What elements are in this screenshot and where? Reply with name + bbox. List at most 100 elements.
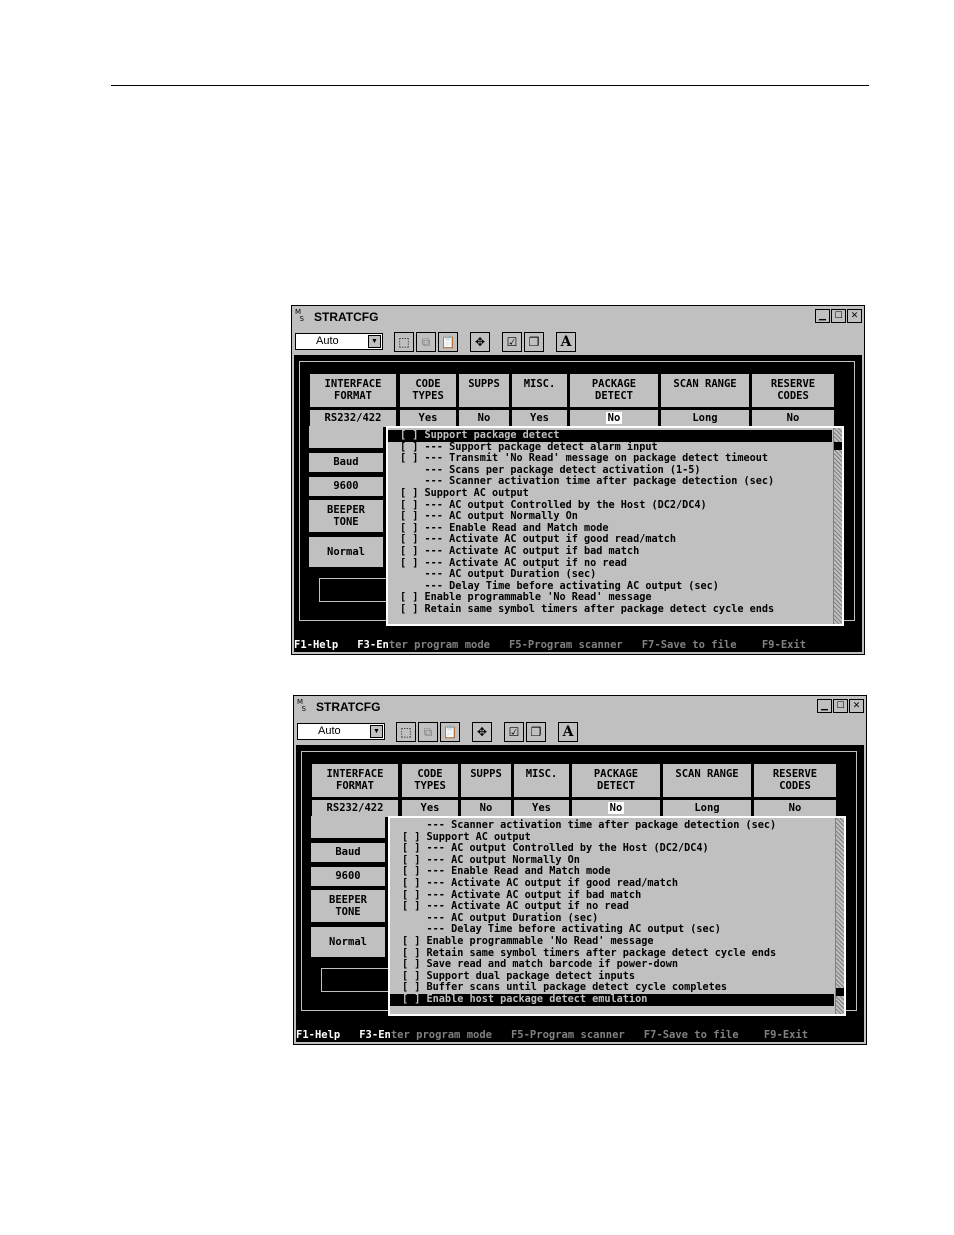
value-interface-format[interactable]: RS232/422 [312,800,398,817]
value-code-types[interactable]: Yes [402,800,458,817]
option-line[interactable]: [ ] Support dual package detect inputs [390,971,834,983]
header-code-types[interactable]: CODE TYPES [400,374,456,407]
option-line[interactable]: [ ] Enable programmable 'No Read' messag… [390,936,834,948]
option-line[interactable]: [ ] --- Activate AC output if bad match [388,546,832,558]
option-line[interactable]: [ ] --- Enable Read and Match mode [388,523,832,535]
popup-scrollbar[interactable] [835,818,844,1014]
option-line[interactable]: [ ] --- Activate AC output if good read/… [388,534,832,546]
option-line[interactable]: [ ] --- AC output Normally On [388,511,832,523]
option-line[interactable]: [ ] --- Activate AC output if good read/… [390,878,834,890]
f5-program-key[interactable]: F5-Program scanner [509,639,623,651]
header-code-types[interactable]: CODE TYPES [402,764,458,797]
header-misc[interactable]: MISC. [512,374,567,407]
option-line[interactable]: [ ] Buffer scans until package detect cy… [390,982,834,994]
option-line[interactable]: [ ] Support package detect [388,430,832,442]
copy-button[interactable]: ⧉ [416,332,436,352]
value-code-types[interactable]: Yes [400,410,456,427]
f7-save-key[interactable]: F7-Save to file [644,1029,739,1041]
close-button[interactable]: ✕ [847,309,862,323]
header-misc[interactable]: MISC. [514,764,569,797]
value-misc[interactable]: Yes [512,410,567,427]
option-line[interactable]: --- Scanner activation time after packag… [388,476,832,488]
font-button[interactable]: A [558,722,578,742]
header-reserve-codes[interactable]: RESERVE CODES [752,374,834,407]
option-line[interactable]: [ ] Support AC output [390,832,834,844]
option-line[interactable]: --- Scans per package detect activation … [388,465,832,477]
option-line[interactable]: [ ] --- AC output Normally On [390,855,834,867]
paste-button[interactable]: 📋 [438,332,458,352]
option-line[interactable]: [ ] --- Enable Read and Match mode [390,866,834,878]
option-line[interactable]: [ ] --- Support package detect alarm inp… [388,442,832,454]
option-line[interactable]: --- AC output Duration (sec) [388,569,832,581]
header-interface-format[interactable]: INTERFACE FORMAT [310,374,396,407]
option-line[interactable]: [ ] Retain same symbol timers after pack… [388,604,832,616]
maximize-button[interactable]: ☐ [833,699,848,713]
mark-button[interactable]: ⬚ [396,722,416,742]
f3-enter-key[interactable]: F3-En [357,639,389,651]
option-line[interactable]: [ ] Support AC output [388,488,832,500]
value-reserve-codes[interactable]: No [752,410,834,427]
background-button[interactable]: ❐ [524,332,544,352]
font-button[interactable]: A [556,332,576,352]
chevron-down-icon[interactable]: ▼ [368,335,381,348]
value-package-detect[interactable]: No [572,800,660,817]
minimize-button[interactable]: ▁ [815,309,830,323]
font-size-select[interactable]: Auto ▼ [297,723,385,740]
header-supps[interactable]: SUPPS [459,374,509,407]
header-package-detect[interactable]: PACKAGE DETECT [572,764,660,797]
option-line[interactable]: [ ] Enable programmable 'No Read' messag… [388,592,832,604]
header-reserve-codes[interactable]: RESERVE CODES [754,764,836,797]
f9-exit-key[interactable]: F9-Exit [762,639,806,651]
scrollbar-thumb[interactable] [834,442,842,450]
header-package-detect[interactable]: PACKAGE DETECT [570,374,658,407]
full-screen-button[interactable]: ✥ [472,722,492,742]
mark-button[interactable]: ⬚ [394,332,414,352]
font-size-select[interactable]: Auto ▼ [295,333,383,350]
option-line[interactable]: --- Delay Time before activating AC outp… [388,581,832,593]
f9-exit-key[interactable]: F9-Exit [764,1029,808,1041]
maximize-button[interactable]: ☐ [831,309,846,323]
value-interface-format[interactable]: RS232/422 [310,410,396,427]
value-supps[interactable]: No [461,800,511,817]
header-scan-range[interactable]: SCAN RANGE [663,764,751,797]
option-line[interactable]: [ ] --- Activate AC output if no read [390,901,834,913]
value-scan-range[interactable]: Long [661,410,749,427]
properties-button[interactable]: ☑ [504,722,524,742]
close-button[interactable]: ✕ [849,699,864,713]
header-supps[interactable]: SUPPS [461,764,511,797]
option-line[interactable]: [ ] --- AC output Controlled by the Host… [390,843,834,855]
f7-save-key[interactable]: F7-Save to file [642,639,737,651]
baud-value[interactable]: 9600 [309,477,383,496]
option-line[interactable]: [ ] --- AC output Controlled by the Host… [388,500,832,512]
f1-help-key[interactable]: F1-Help [294,639,338,651]
paste-button[interactable]: 📋 [440,722,460,742]
copy-button[interactable]: ⧉ [418,722,438,742]
f1-help-key[interactable]: F1-Help [296,1029,340,1041]
f3-enter-key-rest[interactable]: ter program mode [389,639,490,651]
option-line[interactable]: [ ] Retain same symbol timers after pack… [390,948,834,960]
option-line[interactable]: [ ] Enable host package detect emulation [390,994,834,1006]
f3-enter-key-rest[interactable]: ter program mode [391,1029,492,1041]
value-reserve-codes[interactable]: No [754,800,836,817]
properties-button[interactable]: ☑ [502,332,522,352]
value-package-detect[interactable]: No [570,410,658,427]
option-line[interactable]: [ ] --- Activate AC output if no read [388,558,832,570]
f5-program-key[interactable]: F5-Program scanner [511,1029,625,1041]
value-scan-range[interactable]: Long [663,800,751,817]
scrollbar-thumb[interactable] [836,988,844,996]
f3-enter-key[interactable]: F3-En [359,1029,391,1041]
option-line[interactable]: [ ] --- Transmit 'No Read' message on pa… [388,453,832,465]
option-line[interactable]: --- Scanner activation time after packag… [390,820,834,832]
chevron-down-icon[interactable]: ▼ [370,725,383,738]
full-screen-button[interactable]: ✥ [470,332,490,352]
beeper-tone-value[interactable]: Normal [309,537,383,567]
option-line[interactable]: [ ] --- Activate AC output if bad match [390,890,834,902]
value-supps[interactable]: No [459,410,509,427]
popup-scrollbar[interactable] [833,428,842,624]
option-line[interactable]: --- Delay Time before activating AC outp… [390,924,834,936]
value-misc[interactable]: Yes [514,800,569,817]
beeper-tone-value[interactable]: Normal [311,927,385,957]
background-button[interactable]: ❐ [526,722,546,742]
baud-value[interactable]: 9600 [311,867,385,886]
option-line[interactable]: --- AC output Duration (sec) [390,913,834,925]
